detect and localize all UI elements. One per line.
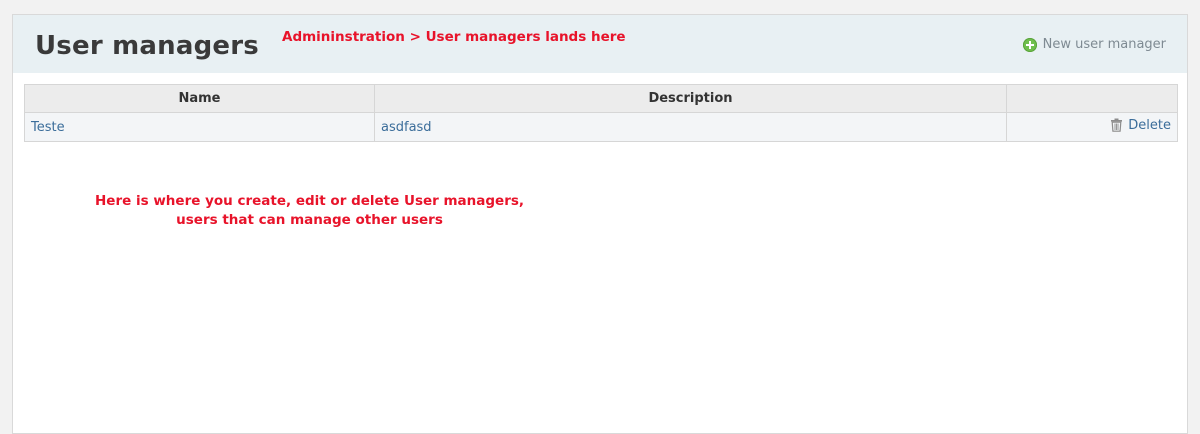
trash-icon bbox=[1110, 118, 1123, 133]
landing-annotation: Admininstration > User managers lands he… bbox=[282, 29, 626, 45]
description-annotation-line-1: Here is where you create, edit or delete… bbox=[95, 193, 525, 209]
user-managers-table: Name Description Teste asdfasd Delete bbox=[24, 84, 1178, 142]
new-user-manager-button[interactable]: New user manager bbox=[1022, 37, 1166, 52]
table-row: Teste asdfasd Delete bbox=[24, 112, 1178, 142]
column-header-name[interactable]: Name bbox=[24, 84, 375, 113]
delete-label: Delete bbox=[1128, 117, 1171, 133]
row-name-cell: Teste bbox=[24, 112, 375, 142]
panel-header: User managers Admininstration > User man… bbox=[13, 15, 1187, 73]
page-title: User managers bbox=[35, 31, 259, 61]
row-actions-cell: Delete bbox=[1006, 112, 1178, 142]
user-manager-description-link[interactable]: asdfasd bbox=[381, 120, 432, 135]
row-description-cell: asdfasd bbox=[374, 112, 1007, 142]
table-header-row: Name Description bbox=[24, 84, 1178, 113]
new-user-manager-label: New user manager bbox=[1042, 37, 1166, 52]
column-header-actions bbox=[1006, 84, 1178, 113]
description-annotation-line-2: users that can manage other users bbox=[176, 212, 443, 228]
column-header-description[interactable]: Description bbox=[374, 84, 1007, 113]
user-manager-name-link[interactable]: Teste bbox=[31, 120, 65, 135]
description-annotation: Here is where you create, edit or delete… bbox=[95, 192, 524, 230]
delete-button[interactable]: Delete bbox=[1110, 118, 1171, 133]
user-managers-panel: User managers Admininstration > User man… bbox=[12, 14, 1188, 434]
plus-circle-icon bbox=[1022, 37, 1037, 52]
